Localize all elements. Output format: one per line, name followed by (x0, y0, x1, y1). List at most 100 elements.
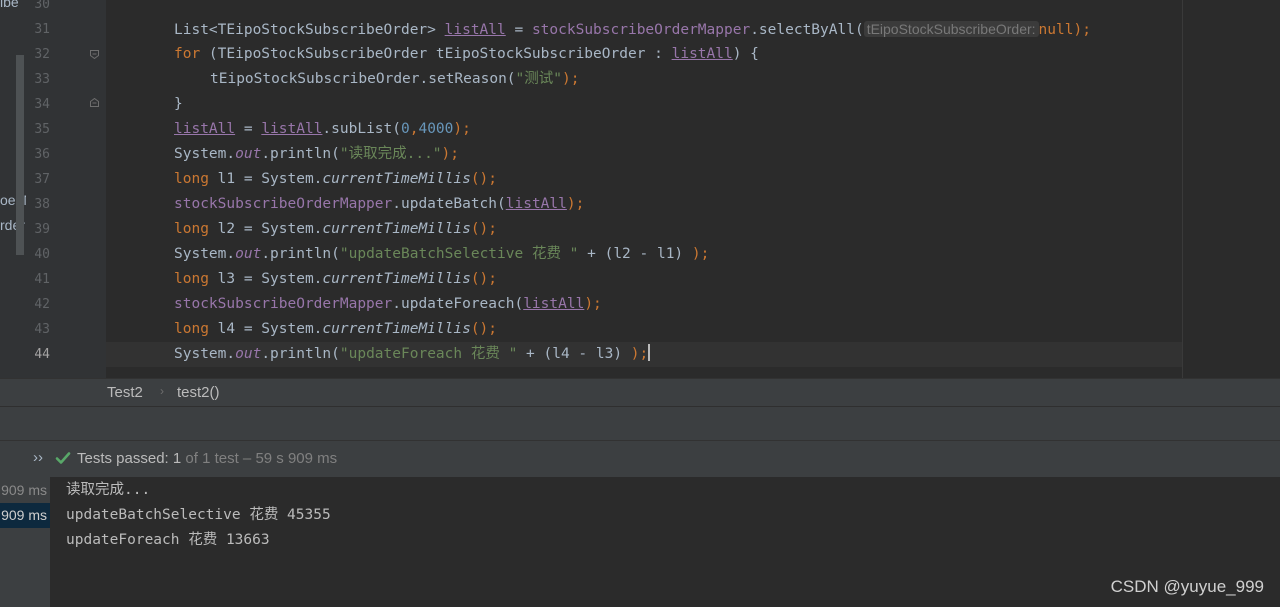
code-token: listAll (505, 196, 567, 212)
code-token: out (235, 146, 262, 162)
code-line-37: long l1 = System.currentTimeMillis(); (174, 167, 497, 192)
line-number: 37 (34, 172, 50, 187)
code-token: "读取完成..." (339, 146, 442, 162)
line-number: 42 (34, 297, 50, 312)
text-caret (648, 344, 651, 361)
tests-status-text: Tests passed: 1 of 1 test – 59 s 909 ms (77, 450, 337, 467)
code-token: currentTimeMillis (322, 321, 471, 337)
fold-marker-icon[interactable] (90, 50, 99, 59)
console-line: updateForeach 花费 13663 (66, 532, 270, 548)
code-token: .selectByAll( (750, 22, 864, 38)
code-line-32: for (TEipoStockSubscribeOrder tEipoStock… (174, 42, 759, 67)
fold-end-marker-icon[interactable] (90, 98, 99, 107)
code-token: (); (470, 221, 498, 237)
code-line-41: long l3 = System.currentTimeMillis(); (174, 267, 497, 292)
code-token: System. (174, 246, 236, 262)
code-token: out (235, 246, 262, 262)
code-token: .println( (261, 246, 340, 262)
code-line-36: System.out.println("读取完成..."); (174, 142, 459, 167)
breadcrumb-separator-icon: › (160, 384, 164, 398)
code-token: listAll (523, 296, 585, 312)
expand-icon[interactable]: ›› (33, 449, 43, 466)
project-item[interactable]: lbe (0, 0, 19, 10)
code-token: long (174, 171, 209, 187)
code-token: listAll (174, 121, 236, 137)
line-number: 35 (34, 122, 50, 137)
current-line-number: 44 (34, 347, 50, 362)
code-token: listAll (261, 121, 323, 137)
line-number: 38 (34, 197, 50, 212)
code-line-38: stockSubscribeOrderMapper.updateBatch(li… (174, 192, 584, 217)
line-number: 36 (34, 147, 50, 162)
test-tree-row[interactable]: 909 ms (0, 478, 50, 503)
breadcrumb-class[interactable]: Test2 (107, 384, 143, 401)
code-token: long (174, 271, 209, 287)
code-token: currentTimeMillis (322, 171, 471, 187)
code-token: .subList( (322, 121, 401, 137)
code-token: .println( (261, 346, 340, 362)
code-token: ); (566, 196, 585, 212)
tests-status-label: Tests passed: (77, 450, 173, 467)
breadcrumb-method[interactable]: test2() (177, 384, 220, 401)
code-line-31: List<TEipoStockSubscribeOrder> listAll =… (174, 17, 1091, 43)
code-token: = (505, 22, 532, 38)
code-token: ); (562, 71, 580, 87)
code-token: ); (1073, 22, 1091, 38)
code-token: (TEipoStockSubscribeOrder tEipoStockSubs… (200, 46, 672, 62)
code-line-35: listAll = listAll.subList(0,4000); (174, 117, 471, 142)
code-token: System. (174, 146, 236, 162)
code-token: } (174, 96, 183, 112)
run-status-bar: ›› Tests passed: 1 of 1 test – 59 s 909 … (0, 440, 1280, 478)
code-line-44: System.out.println("updateForeach 花费 " +… (174, 342, 651, 367)
console-line: 读取完成... (66, 482, 151, 498)
code-token: 4000 (418, 121, 454, 137)
code-token: stockSubscribeOrderMapper (174, 296, 393, 312)
code-token: ); (630, 346, 649, 362)
code-editor[interactable]: List<TEipoStockSubscribeOrder> listAll =… (106, 0, 1182, 378)
code-line-43: long l4 = System.currentTimeMillis(); (174, 317, 497, 342)
code-line-33: tEipoStockSubscribeOrder.setReason("测试")… (210, 67, 579, 92)
code-token: l2 = System. (208, 221, 323, 237)
test-tree-row-selected[interactable]: 909 ms (0, 503, 50, 528)
tests-passed-count: 1 (172, 450, 182, 467)
code-token: l1 = System. (208, 171, 323, 187)
code-token: stockSubscribeOrderMapper (174, 196, 393, 212)
project-scrollbar[interactable] (16, 55, 24, 255)
line-number: 39 (34, 222, 50, 237)
line-number: 41 (34, 272, 50, 287)
watermark: CSDN @yuyue_999 (1110, 577, 1264, 596)
line-number: 40 (34, 247, 50, 262)
line-number: 32 (34, 47, 50, 62)
code-token: (); (470, 321, 498, 337)
line-number: 33 (34, 72, 50, 87)
code-line-42: stockSubscribeOrderMapper.updateForeach(… (174, 292, 602, 317)
code-token: stockSubscribeOrderMapper (531, 22, 751, 38)
code-line-39: long l2 = System.currentTimeMillis(); (174, 217, 497, 242)
code-token: l4 = System. (208, 321, 323, 337)
line-number: 31 (34, 22, 50, 37)
code-token: .updateBatch( (392, 196, 506, 212)
code-token: ); (691, 246, 710, 262)
code-token: long (174, 321, 209, 337)
code-token: currentTimeMillis (322, 221, 471, 237)
check-icon (55, 452, 71, 464)
code-token: l3 = System. (208, 271, 323, 287)
code-token: + (l2 - l1) (578, 246, 692, 262)
code-token: "updateBatchSelective 花费 " (339, 246, 579, 262)
code-token: ); (453, 121, 471, 137)
line-number: 30 (34, 0, 50, 12)
code-token: long (174, 221, 209, 237)
code-line-40: System.out.println("updateBatchSelective… (174, 242, 709, 267)
code-token: 0 (401, 121, 410, 137)
code-token: .println( (261, 146, 340, 162)
project-panel: lbe oenN rder (0, 0, 26, 405)
code-token: listAll (444, 22, 506, 38)
code-token: .updateForeach( (392, 296, 524, 312)
code-token: ); (441, 146, 460, 162)
code-token: currentTimeMillis (322, 271, 471, 287)
line-number: 43 (34, 322, 50, 337)
console-output[interactable]: 读取完成... updateBatchSelective 花费 45355 up… (50, 477, 1280, 607)
code-token: null (1038, 22, 1074, 38)
test-tree: 909 ms 909 ms (0, 477, 50, 607)
code-token: (); (470, 271, 498, 287)
